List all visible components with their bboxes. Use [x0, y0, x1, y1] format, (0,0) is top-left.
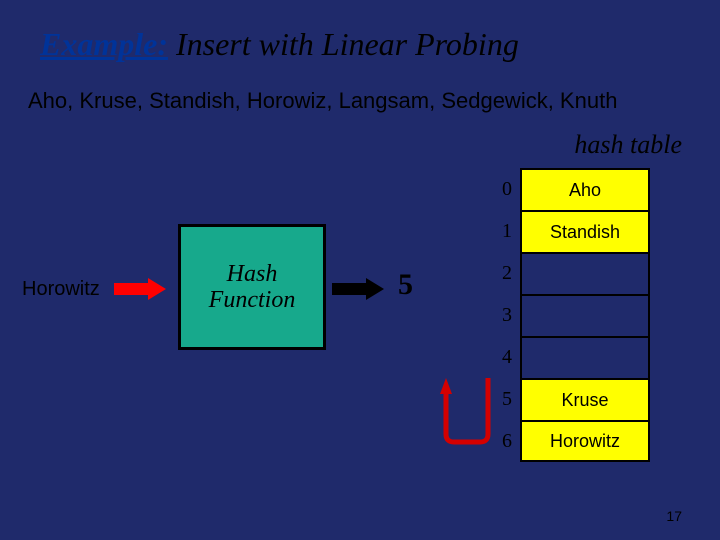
table-row: 4 — [490, 336, 650, 378]
row-cell — [520, 252, 650, 294]
title-prefix: Example: — [40, 26, 168, 62]
hash-function-label: Hash Function — [181, 261, 323, 314]
row-cell: Horowitz — [520, 420, 650, 462]
row-index: 0 — [490, 168, 520, 210]
hash-table: 0Aho1Standish2345Kruse6Horowitz — [490, 168, 650, 462]
names-line: Aho, Kruse, Standish, Horowiz, Langsam, … — [28, 88, 617, 114]
row-index: 2 — [490, 252, 520, 294]
arrow-output-icon — [332, 278, 384, 300]
row-cell: Aho — [520, 168, 650, 210]
table-row: 5Kruse — [490, 378, 650, 420]
table-row: 6Horowitz — [490, 420, 650, 462]
table-row: 0Aho — [490, 168, 650, 210]
table-row: 3 — [490, 294, 650, 336]
title-rest: Insert with Linear Probing — [176, 26, 519, 62]
hash-table-caption: hash table — [574, 130, 682, 160]
hash-function-box: Hash Function — [178, 224, 326, 350]
row-index: 4 — [490, 336, 520, 378]
arrow-input-icon — [114, 278, 166, 300]
row-index: 6 — [490, 420, 520, 462]
probe-arrow-icon — [440, 374, 494, 446]
hash-result-value: 5 — [398, 268, 413, 302]
input-key-label: Horowitz — [22, 278, 100, 301]
row-index: 3 — [490, 294, 520, 336]
row-cell — [520, 294, 650, 336]
row-index: 1 — [490, 210, 520, 252]
row-cell: Kruse — [520, 378, 650, 420]
slide-number: 17 — [666, 508, 682, 524]
table-row: 2 — [490, 252, 650, 294]
row-index: 5 — [490, 378, 520, 420]
row-cell — [520, 336, 650, 378]
table-row: 1Standish — [490, 210, 650, 252]
row-cell: Standish — [520, 210, 650, 252]
slide-title: Example: Insert with Linear Probing — [40, 26, 519, 63]
